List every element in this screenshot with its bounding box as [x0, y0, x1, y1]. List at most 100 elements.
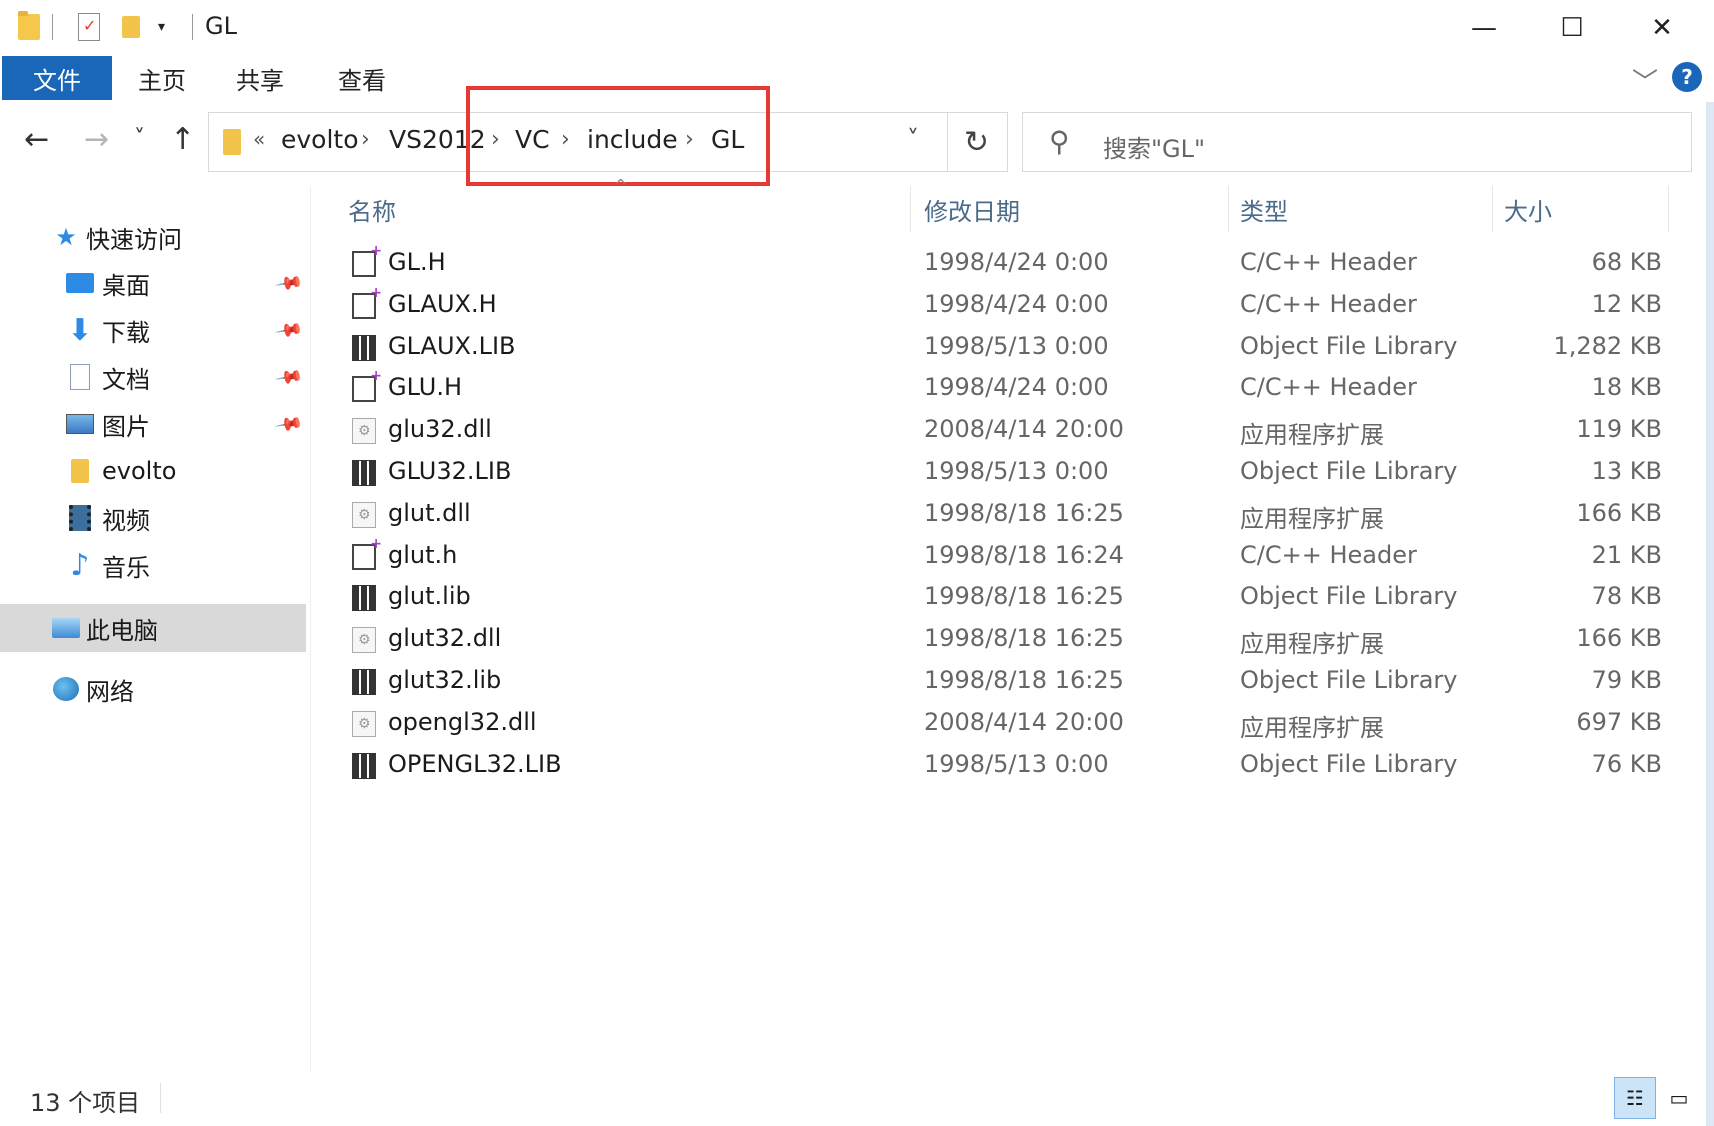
close-button[interactable]: ✕ [1616, 0, 1708, 56]
table-row[interactable]: glut.dll 1998/8/18 16:25 应用程序扩展 166 KB [312, 493, 1702, 535]
file-size: 18 KB [1591, 373, 1662, 402]
file-date: 1998/8/18 16:25 [924, 624, 1124, 653]
column-header-size[interactable]: 大小 [1504, 186, 1552, 232]
search-box[interactable]: ⚲ 搜索"GL" [1022, 112, 1692, 172]
file-name: GL.H [388, 248, 446, 276]
table-row[interactable]: GLU32.LIB 1998/5/13 0:00 Object File Libra… [312, 451, 1702, 493]
file-type: 应用程序扩展 [1240, 713, 1384, 742]
table-row[interactable]: GLU.H 1998/4/24 0:00 C/C++ Header 18 KB [312, 367, 1702, 409]
new-folder-icon[interactable] [122, 10, 140, 44]
file-name: glut32.lib [388, 666, 502, 694]
sidebar-item-quick-access[interactable]: ★ 快速访问 [0, 214, 306, 260]
maximize-button[interactable]: ☐ [1526, 0, 1618, 56]
table-row[interactable]: OPENGL32.LIB 1998/5/13 0:00 Object File Li… [312, 744, 1702, 786]
table-row[interactable]: glu32.dll 2008/4/14 20:00 应用程序扩展 119 KB [312, 409, 1702, 451]
expand-ribbon-icon[interactable]: ﹀ [1632, 62, 1658, 99]
sidebar-item-documents[interactable]: 文档 📌 [0, 354, 306, 400]
forward-button[interactable]: → [84, 122, 109, 157]
table-row[interactable]: opengl32.dll 2008/4/14 20:00 应用程序扩展 697 KB [312, 702, 1702, 744]
ribbon-tabs: 文件 主页 共享 查看 ﹀ ? [0, 56, 1714, 102]
search-input[interactable]: 搜索"GL" [1103, 129, 1205, 164]
sidebar-item-downloads[interactable]: ⬇ 下载 📌 [0, 307, 306, 353]
sidebar-item-label: evolto [102, 457, 177, 485]
sort-caret-icon: ^ [614, 176, 628, 195]
table-row[interactable]: GL.H 1998/4/24 0:00 C/C++ Header 68 KB [312, 242, 1702, 284]
file-date: 2008/4/14 20:00 [924, 415, 1124, 444]
properties-icon[interactable] [78, 10, 100, 44]
header-file-icon [352, 243, 382, 277]
column-divider[interactable] [1228, 186, 1229, 232]
tab-home[interactable]: 主页 [138, 56, 186, 100]
header-file-icon [352, 285, 382, 319]
file-size: 119 KB [1576, 415, 1662, 444]
file-name: glut.lib [388, 582, 471, 611]
qa-separator-2 [192, 10, 193, 44]
pin-icon[interactable]: 📌 [274, 409, 304, 439]
table-row[interactable]: glut32.lib 1998/8/18 16:25 Object File Lib… [312, 660, 1702, 702]
overflow-chevron-icon[interactable]: « [253, 127, 265, 151]
breadcrumb-sep-icon[interactable]: › [361, 127, 370, 152]
file-name: GLAUX.H [388, 289, 497, 318]
document-icon [66, 363, 94, 391]
search-icon: ⚲ [1049, 125, 1070, 158]
column-header-type[interactable]: 类型 [1240, 186, 1288, 232]
sidebar-item-pictures[interactable]: 图片 📌 [0, 401, 306, 447]
sidebar-item-this-pc[interactable]: 此电脑 [0, 604, 306, 652]
sidebar-item-evolto[interactable]: evolto [0, 448, 306, 494]
tab-file[interactable]: 文件 [2, 56, 112, 100]
table-row[interactable]: glut32.dll 1998/8/18 16:25 应用程序扩展 166 KB [312, 618, 1702, 660]
breadcrumb-evolto[interactable]: evolto [281, 125, 359, 154]
sidebar-item-desktop[interactable]: 桌面 📌 [0, 260, 306, 306]
column-divider[interactable] [1668, 186, 1669, 232]
sidebar-item-label: 此电脑 [86, 616, 158, 645]
minimize-button[interactable]: — [1438, 0, 1530, 56]
table-row[interactable]: glut.h 1998/8/18 16:24 C/C++ Header 21 KB [312, 535, 1702, 577]
file-date: 1998/5/13 0:00 [924, 331, 1109, 360]
details-view-button[interactable]: ☷ [1614, 1077, 1656, 1119]
up-button[interactable]: ↑ [170, 122, 195, 157]
sidebar-item-videos[interactable]: 视频 [0, 495, 306, 541]
tab-share[interactable]: 共享 [236, 56, 284, 100]
file-size: 76 KB [1591, 749, 1662, 778]
tab-view[interactable]: 查看 [338, 56, 386, 100]
pin-icon[interactable]: 📌 [274, 268, 304, 298]
file-size: 78 KB [1591, 582, 1662, 611]
file-size: 1,282 KB [1553, 331, 1662, 360]
library-file-icon [352, 752, 376, 779]
file-size: 79 KB [1591, 666, 1662, 694]
header-file-icon [352, 368, 382, 403]
sidebar-item-label: 快速访问 [86, 225, 182, 254]
customize-toolbar-icon[interactable]: ▾ [158, 10, 165, 44]
dll-file-icon [352, 710, 376, 737]
back-button[interactable]: ← [24, 122, 49, 157]
sidebar-item-network[interactable]: 网络 [0, 666, 306, 712]
file-type: Object File Library [1240, 331, 1458, 360]
table-row[interactable]: GLAUX.LIB 1998/5/13 0:00 Object File Libra… [312, 326, 1702, 368]
library-file-icon [352, 460, 376, 486]
column-divider[interactable] [910, 186, 911, 232]
recent-locations-button[interactable]: ˅ [134, 126, 145, 151]
desktop-icon [66, 269, 94, 297]
refresh-button[interactable]: ↻ [946, 112, 1008, 172]
file-name: glut.dll [388, 498, 471, 527]
pin-icon[interactable]: 📌 [274, 315, 304, 345]
help-icon[interactable]: ? [1672, 62, 1702, 92]
column-header-date[interactable]: 修改日期 [924, 186, 1020, 232]
large-icons-view-button[interactable]: ▭ [1658, 1077, 1700, 1119]
file-name: GLU.H [388, 373, 463, 402]
header-file-icon [352, 536, 382, 570]
file-type: Object File Library [1240, 457, 1458, 485]
pane-divider[interactable] [310, 186, 311, 1071]
column-divider[interactable] [1492, 186, 1493, 232]
sidebar-item-music[interactable]: ♪ 音乐 [0, 542, 306, 588]
file-type: C/C++ Header [1240, 540, 1417, 569]
address-dropdown-icon[interactable]: ˅ [907, 125, 919, 153]
file-date: 1998/4/24 0:00 [924, 373, 1109, 402]
file-date: 1998/4/24 0:00 [924, 289, 1109, 318]
column-header-name[interactable]: 名称 [348, 186, 396, 232]
highlight-box [466, 86, 770, 186]
table-row[interactable]: GLAUX.H 1998/4/24 0:00 C/C++ Header 12 KB [312, 284, 1702, 326]
download-icon: ⬇ [67, 312, 93, 348]
table-row[interactable]: glut.lib 1998/8/18 16:25 Object File Libra… [312, 576, 1702, 618]
pin-icon[interactable]: 📌 [274, 362, 304, 392]
